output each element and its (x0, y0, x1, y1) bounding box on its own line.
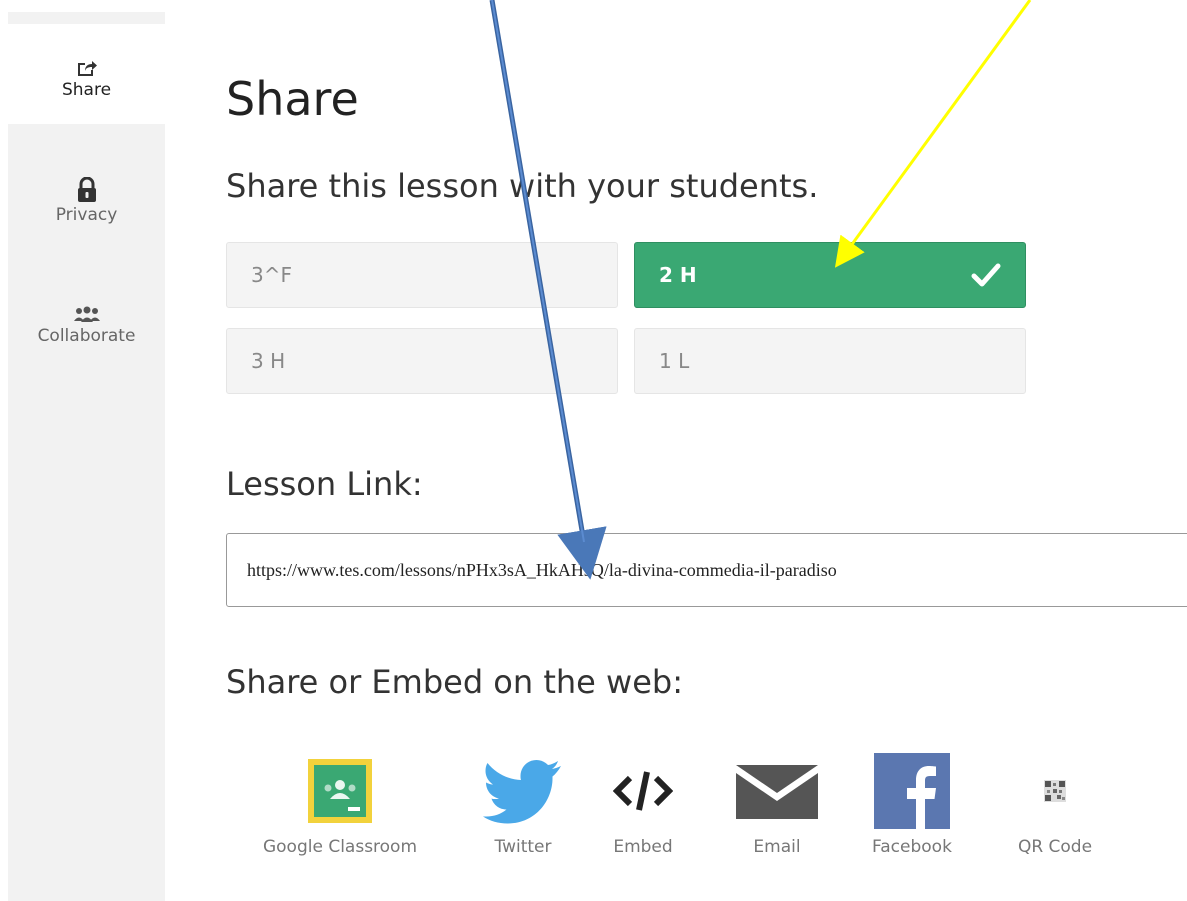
share-option-label: Embed (613, 837, 673, 857)
sidebar-item-share[interactable]: Share (8, 58, 165, 100)
sidebar: Share Privacy Collaborate (8, 0, 165, 901)
page-title: Share (226, 72, 359, 126)
twitter-icon (483, 760, 561, 824)
class-option-3h[interactable]: 3 H (226, 328, 618, 394)
code-icon (613, 771, 673, 811)
class-option-1l[interactable]: 1 L (634, 328, 1026, 394)
sidebar-item-label: Collaborate (37, 326, 136, 346)
share-option-label: QR Code (1017, 837, 1093, 857)
share-option-label: Email (753, 837, 801, 857)
share-icon (77, 61, 97, 76)
share-option-label: Google Classroom (262, 837, 418, 857)
email-button[interactable]: Email (732, 755, 822, 857)
google-classroom-button[interactable]: Google Classroom (240, 755, 440, 857)
qr-code-icon (1044, 780, 1066, 802)
sidebar-item-label: Share (61, 80, 112, 100)
lock-icon (77, 177, 96, 202)
yellow-annotation-arrow (834, 0, 1032, 268)
google-classroom-icon (308, 759, 372, 823)
class-option-label: 2 H (659, 263, 697, 287)
sidebar-item-collaborate[interactable]: Collaborate (8, 306, 165, 346)
sidebar-item-privacy[interactable]: Privacy (8, 177, 165, 225)
class-option-label: 1 L (659, 349, 690, 373)
twitter-button[interactable]: Twitter (478, 755, 568, 857)
sidebar-item-label: Privacy (55, 205, 118, 225)
checkmark-icon (971, 263, 1001, 287)
sidebar-top-strip (8, 0, 165, 12)
facebook-button[interactable]: Facebook (856, 753, 968, 857)
share-embed-heading: Share or Embed on the web: (226, 663, 683, 701)
class-option-label: 3^F (251, 263, 292, 287)
lesson-link-field[interactable]: https://www.tes.com/lessons/nPHx3sA_HkAH… (226, 533, 1187, 607)
envelope-icon (736, 765, 818, 819)
facebook-icon (874, 753, 950, 829)
class-option-label: 3 H (251, 349, 286, 373)
lesson-link-heading: Lesson Link: (226, 465, 423, 503)
embed-button[interactable]: Embed (603, 755, 683, 857)
class-option-2h[interactable]: 2 H (634, 242, 1026, 308)
share-option-label: Twitter (494, 837, 552, 857)
share-option-label: Facebook (872, 837, 952, 857)
page-subtitle: Share this lesson with your students. (226, 167, 819, 205)
lesson-link-url: https://www.tes.com/lessons/nPHx3sA_HkAH… (247, 560, 837, 580)
users-icon (73, 306, 100, 322)
qr-code-button[interactable]: QR Code (1000, 755, 1110, 857)
class-option-3f[interactable]: 3^F (226, 242, 618, 308)
